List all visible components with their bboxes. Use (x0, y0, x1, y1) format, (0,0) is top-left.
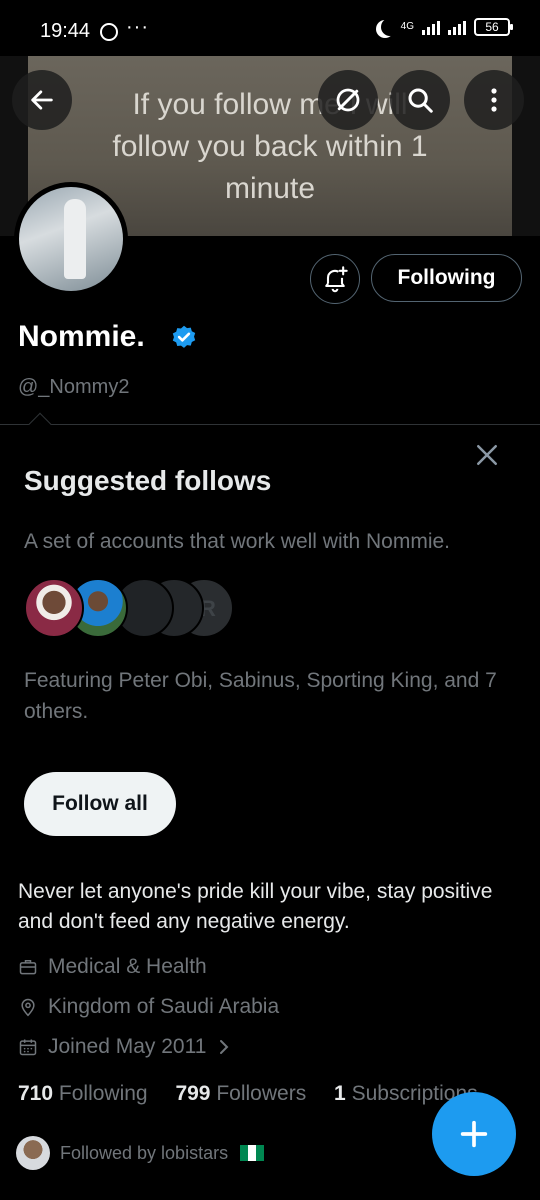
close-icon[interactable] (472, 440, 502, 470)
suggested-follows-description: A set of accounts that work well with No… (24, 530, 450, 553)
category-row: Medical & Health (18, 955, 207, 979)
status-time: 19:44 (40, 20, 91, 42)
joined-row[interactable]: Joined May 2011 (18, 1035, 232, 1059)
do-not-disturb-icon (381, 18, 399, 36)
suggested-avatar-peter-obi (24, 578, 84, 638)
location-pin-icon (21, 998, 35, 1017)
verified-badge-icon (172, 325, 196, 348)
divider-pointer (28, 412, 52, 436)
briefcase-icon (19, 960, 37, 975)
bell-plus-icon (325, 266, 348, 293)
status-bar: 19:44 ··· 4G 56 (0, 0, 540, 56)
suggested-avatars[interactable]: R (24, 578, 264, 638)
avatar-image (19, 187, 123, 291)
signal-icon-2 (448, 19, 466, 35)
category-text: Medical & Health (48, 955, 207, 978)
followed-by-text: Followed by lobistars (60, 1142, 229, 1163)
back-button[interactable] (12, 70, 72, 130)
subscriptions-count: 1 (334, 1082, 346, 1105)
battery-icon: 56 (474, 18, 513, 36)
banner-line-2: follow you back within 1 (112, 130, 428, 163)
plus-icon (460, 1120, 488, 1148)
more-vertical-icon (491, 88, 497, 112)
compose-button[interactable] (432, 1092, 516, 1176)
more-notifications-icon: ··· (126, 16, 149, 38)
nigeria-flag-icon (240, 1145, 265, 1161)
followers-count: 799 (175, 1082, 211, 1105)
section-divider (0, 424, 540, 425)
signal-icon (422, 19, 440, 35)
location-row: Kingdom of Saudi Arabia (18, 995, 279, 1019)
grok-icon (336, 88, 360, 112)
chevron-right-icon (220, 1040, 229, 1054)
suggested-follows-title: Suggested follows (24, 465, 272, 496)
follow-all-button[interactable]: Follow all (24, 772, 176, 836)
notifications-button[interactable] (310, 254, 360, 304)
profile-bio: Never let anyone's pride kill your vibe,… (18, 880, 493, 933)
profile-name: Nommie. (18, 320, 145, 353)
followed-by-row[interactable]: Followed by lobistars (16, 1136, 265, 1170)
follower-avatar (16, 1136, 50, 1170)
location-text: Kingdom of Saudi Arabia (48, 995, 280, 1018)
following-stat[interactable]: 710 Following (18, 1082, 148, 1105)
following-button[interactable]: Following (371, 254, 522, 302)
network-label: 4G (400, 21, 414, 32)
followers-label: Followers (216, 1082, 307, 1105)
featuring-text: Featuring Peter Obi, Sabinus, Sporting K… (24, 669, 497, 723)
calendar-icon (19, 1039, 37, 1056)
joined-text: Joined May 2011 (48, 1035, 207, 1058)
more-button[interactable] (464, 70, 524, 130)
search-icon (408, 88, 433, 113)
following-label: Following (58, 1082, 148, 1105)
following-count: 710 (18, 1082, 54, 1105)
chat-notification-icon (100, 23, 118, 41)
followers-stat[interactable]: 799 Followers (175, 1082, 306, 1105)
grok-button[interactable] (318, 70, 378, 130)
arrow-left-icon (31, 90, 53, 110)
profile-avatar[interactable] (14, 182, 128, 296)
avatar-figure (64, 199, 86, 279)
profile-stats: 710 Following 799 Followers 1 Subscripti… (18, 1082, 500, 1106)
profile-handle: @_Nommy2 (18, 376, 130, 398)
search-button[interactable] (390, 70, 450, 130)
